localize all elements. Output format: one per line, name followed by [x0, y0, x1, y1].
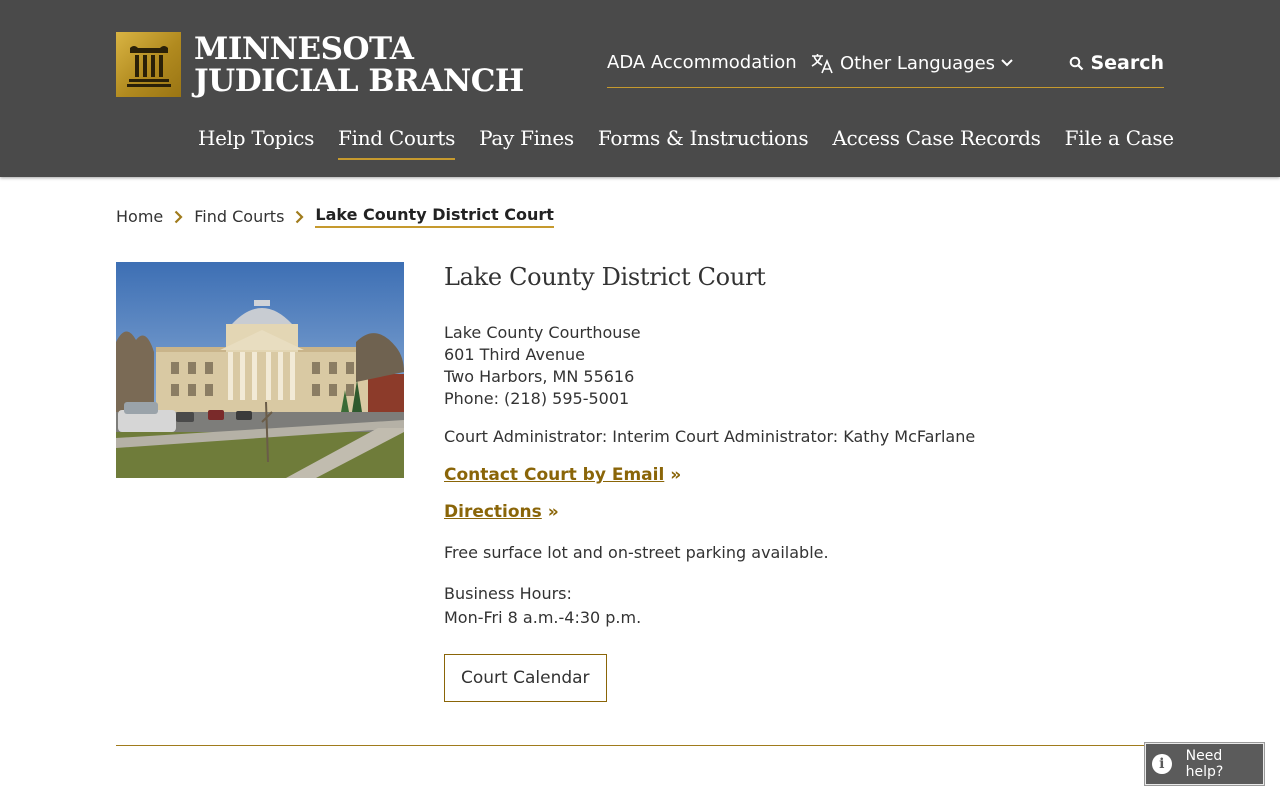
- page-title: Lake County District Court: [444, 263, 766, 291]
- phone-number: Phone: (218) 595-5001: [444, 389, 630, 408]
- need-help-label: Need help?: [1185, 748, 1224, 780]
- breadcrumb: Home Find Courts Lake County District Co…: [116, 205, 554, 228]
- address-line: 601 Third Avenue: [444, 345, 585, 364]
- hours-value: Mon-Fri 8 a.m.-4:30 p.m.: [444, 608, 642, 627]
- contact-court-email-link[interactable]: Contact Court by Email: [444, 465, 664, 485]
- court-calendar-button[interactable]: Court Calendar: [444, 654, 607, 702]
- info-icon: i: [1152, 754, 1172, 774]
- nav-help-topics[interactable]: Help Topics: [198, 126, 314, 160]
- courthouse-photo: [116, 262, 404, 478]
- logo-line-1: MINNESOTA: [194, 30, 414, 67]
- nav-pay-fines[interactable]: Pay Fines: [479, 126, 574, 160]
- nav-forms-instructions[interactable]: Forms & Instructions: [598, 126, 809, 160]
- need-help-button[interactable]: i Need help?: [1145, 743, 1264, 785]
- search-icon: [1070, 56, 1084, 70]
- nav-file-a-case[interactable]: File a Case: [1065, 126, 1174, 160]
- address-line: Lake County Courthouse: [444, 323, 641, 342]
- nav-find-courts[interactable]: Find Courts: [338, 126, 455, 160]
- court-address: Lake County Courthouse 601 Third Avenue …: [444, 322, 1184, 410]
- address-line: Two Harbors, MN 55616: [444, 367, 635, 386]
- logo-line-2: JUDICIAL BRANCH: [194, 62, 524, 99]
- logo-wordmark: MINNESOTA JUDICIAL BRANCH: [194, 33, 524, 97]
- court-administrator: Court Administrator: Interim Court Admin…: [444, 427, 976, 446]
- main-navigation: Help Topics Find Courts Pay Fines Forms …: [198, 126, 1198, 160]
- chevron-down-icon: [1001, 59, 1013, 67]
- directions-row: Directions »: [444, 502, 1184, 522]
- breadcrumb-current: Lake County District Court: [315, 205, 554, 228]
- utility-bar: ADA Accommodation Other Languages Search: [607, 49, 1164, 88]
- site-logo[interactable]: MINNESOTA JUDICIAL BRANCH: [116, 32, 524, 97]
- chevron-right-icon: [174, 210, 183, 224]
- pillar-logo-icon: [116, 32, 181, 97]
- link-arrow: »: [670, 465, 682, 485]
- other-languages-label: Other Languages: [840, 52, 996, 74]
- breadcrumb-find-courts[interactable]: Find Courts: [194, 207, 284, 226]
- chevron-right-icon: [295, 210, 304, 224]
- link-arrow: »: [547, 502, 559, 522]
- directions-link[interactable]: Directions: [444, 502, 542, 522]
- other-languages-dropdown[interactable]: Other Languages: [810, 52, 1019, 74]
- search-button[interactable]: Search: [1069, 52, 1164, 74]
- court-details: Lake County District Court Lake County C…: [444, 262, 1184, 702]
- site-header: MINNESOTA JUDICIAL BRANCH ADA Accommodat…: [0, 0, 1280, 177]
- business-hours: Business Hours: Mon-Fri 8 a.m.-4:30 p.m.: [444, 582, 1184, 630]
- section-divider: [116, 745, 1165, 746]
- nav-access-case-records[interactable]: Access Case Records: [832, 126, 1041, 160]
- breadcrumb-home[interactable]: Home: [116, 207, 163, 226]
- hours-label: Business Hours:: [444, 584, 572, 603]
- search-label: Search: [1090, 52, 1164, 74]
- parking-info: Free surface lot and on-street parking a…: [444, 543, 829, 562]
- translate-icon: [811, 54, 833, 74]
- ada-accommodation-link[interactable]: ADA Accommodation: [607, 52, 797, 73]
- contact-email-row: Contact Court by Email »: [444, 465, 1184, 485]
